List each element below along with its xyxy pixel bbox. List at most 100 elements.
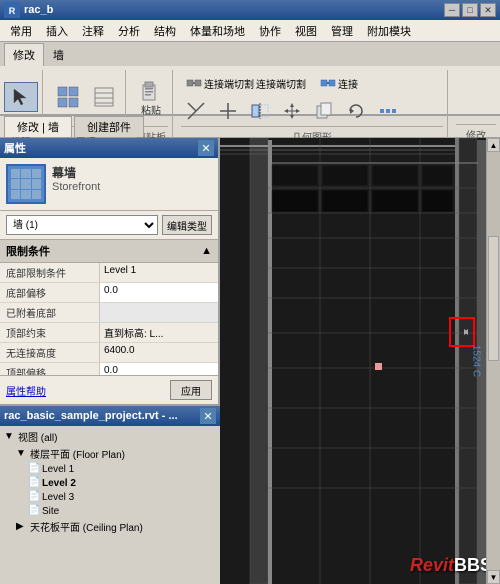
menu-item-manage[interactable]: 管理: [325, 21, 359, 41]
prop-value-4[interactable]: 6400.0: [100, 343, 218, 362]
properties-scroll[interactable]: 限制条件 ▲ 底部限制条件 Level 1 底部偏移 0.0 已附着底部: [0, 240, 218, 375]
edit-type-btn[interactable]: 编辑类型: [162, 215, 212, 235]
connect-cut-btn[interactable]: 连接端切割 连接端切割: [181, 72, 311, 94]
dim-value: 1524 C: [470, 345, 481, 377]
modify-tools: [181, 98, 403, 124]
prop-label-0: 底部限制条件: [0, 263, 100, 282]
menu-item-collaborate[interactable]: 协作: [253, 21, 287, 41]
view-icon-1: 📄: [28, 463, 40, 475]
type-cell-2: [21, 169, 30, 178]
section-chevron: ▲: [201, 245, 212, 257]
prop-value-2[interactable]: [100, 303, 218, 322]
app-icon: R: [4, 2, 20, 18]
scroll-up-btn[interactable]: ▲: [487, 138, 500, 152]
panel-header: 幕墙 Storefront: [0, 158, 218, 211]
connect-label: 连接: [338, 76, 358, 91]
mirror-btn[interactable]: [245, 98, 275, 124]
browser-floor-plan-label: 楼层平面 (Floor Plan): [30, 446, 125, 461]
connect-btn[interactable]: 连接: [315, 72, 363, 94]
browser-ceiling-plan-label: 天花板平面 (Ceiling Plan): [30, 519, 143, 534]
prop-row-base-attached: 已附着底部: [0, 303, 218, 323]
browser-item-floor-plan[interactable]: ▼ 楼层平面 (Floor Plan): [0, 445, 220, 462]
maximize-btn[interactable]: □: [462, 3, 478, 17]
mirror-icon: [250, 101, 270, 121]
menu-bar: 常用 插入 注释 分析 结构 体量和场地 协作 视图 管理 附加模块: [0, 20, 500, 42]
menu-item-analyze[interactable]: 分析: [112, 21, 146, 41]
folder-open-icon: ▼: [4, 431, 16, 443]
tool-tab-create-part[interactable]: 创建部件: [74, 116, 144, 137]
browser-item-level3[interactable]: 📄 Level 3: [0, 490, 220, 504]
type-cell-7: [11, 190, 20, 199]
properties-small-btn[interactable]: [87, 82, 121, 112]
menu-item-insert[interactable]: 插入: [40, 21, 74, 41]
type-icon: [6, 164, 46, 204]
paste-label: 粘贴: [141, 102, 161, 117]
menu-item-common[interactable]: 常用: [4, 21, 38, 41]
type-cell-3: [32, 169, 41, 178]
prop-value-1[interactable]: 0.0: [100, 283, 218, 302]
properties-panel: 属性 ✕ 幕墙 Storefront: [0, 138, 220, 404]
prop-label-2: 已附着底部: [0, 303, 100, 322]
cursor-icon: [9, 85, 33, 109]
move-btn[interactable]: [277, 98, 307, 124]
scroll-thumb[interactable]: [488, 236, 499, 361]
browser-item-level2[interactable]: 📄 Level 2: [0, 476, 220, 490]
properties-close-btn[interactable]: ✕: [198, 140, 214, 156]
ribbon-tab-wall[interactable]: 墙: [44, 43, 73, 66]
props-section-constraints[interactable]: 限制条件 ▲: [0, 240, 218, 263]
type-cell-9: [32, 190, 41, 199]
select-btn[interactable]: [4, 82, 38, 112]
properties-icon: [56, 85, 80, 109]
menu-item-structure[interactable]: 结构: [148, 21, 182, 41]
tool-tab-modify-wall[interactable]: 修改 | 墙: [4, 116, 72, 137]
menu-item-addins[interactable]: 附加模块: [361, 21, 417, 41]
scroll-track[interactable]: [487, 152, 500, 570]
browser-title: rac_basic_sample_project.rvt - ...: [4, 410, 178, 422]
vertical-scrollbar[interactable]: ▲ ▼: [486, 138, 500, 584]
apply-btn[interactable]: 应用: [170, 380, 212, 400]
properties-btn[interactable]: [51, 82, 85, 112]
ribbon-group-geom-items: 连接端切割 连接端切割 连接: [181, 70, 443, 124]
split-icon: [218, 101, 238, 121]
prop-row-base-offset: 底部偏移 0.0: [0, 283, 218, 303]
ribbon-tab-modify[interactable]: 修改: [4, 43, 44, 66]
browser-close-btn[interactable]: ✕: [200, 408, 216, 424]
paste-btn[interactable]: 粘贴: [134, 75, 168, 120]
prop-row-base-constraint: 底部限制条件 Level 1: [0, 263, 218, 283]
prop-value-5[interactable]: 0.0: [100, 363, 218, 375]
menu-item-view[interactable]: 视图: [289, 21, 323, 41]
minimize-btn[interactable]: ─: [444, 3, 460, 17]
connect-icon: [320, 75, 336, 91]
array-btn[interactable]: [373, 98, 403, 124]
browser-item-views[interactable]: ▼ 视图 (all): [0, 428, 220, 445]
array-icon: [378, 101, 398, 121]
type-cell-1: [11, 169, 20, 178]
type-cell-6: [32, 179, 41, 188]
trim-btn[interactable]: [181, 98, 211, 124]
browser-level1-label: Level 1: [42, 464, 74, 475]
properties-title-bar: 属性 ✕: [0, 138, 218, 158]
rotate-btn[interactable]: [341, 98, 371, 124]
copy-icon: [314, 101, 334, 121]
copy-btn[interactable]: [309, 98, 339, 124]
view-icon-2: 📄: [28, 477, 40, 489]
dimension-label: 1524 C: [470, 345, 481, 377]
prop-value-3[interactable]: 直到标高: L...: [100, 323, 218, 342]
browser-level2-label: Level 2: [42, 478, 76, 489]
split-btn[interactable]: [213, 98, 243, 124]
menu-item-annotate[interactable]: 注释: [76, 21, 110, 41]
browser-item-level1[interactable]: 📄 Level 1: [0, 462, 220, 476]
paste-icon: [139, 78, 163, 102]
scroll-down-btn[interactable]: ▼: [487, 570, 500, 584]
browser-item-site[interactable]: 📄 Site: [0, 504, 220, 518]
project-browser: rac_basic_sample_project.rvt - ... ✕ ▼ 视…: [0, 404, 220, 584]
browser-item-ceiling-plan[interactable]: ▶ 天花板平面 (Ceiling Plan): [0, 518, 220, 535]
view-icon-3: 📄: [28, 491, 40, 503]
close-btn[interactable]: ✕: [480, 3, 496, 17]
browser-level3-label: Level 3: [42, 492, 74, 503]
properties-help-link[interactable]: 属性帮助: [6, 383, 46, 398]
prop-value-0[interactable]: Level 1: [100, 263, 218, 282]
menu-item-massing[interactable]: 体量和场地: [184, 21, 251, 41]
instance-select[interactable]: 墙 (1): [6, 215, 158, 235]
ribbon-group-geometry: 连接端切割 连接端切割 连接: [181, 70, 448, 144]
